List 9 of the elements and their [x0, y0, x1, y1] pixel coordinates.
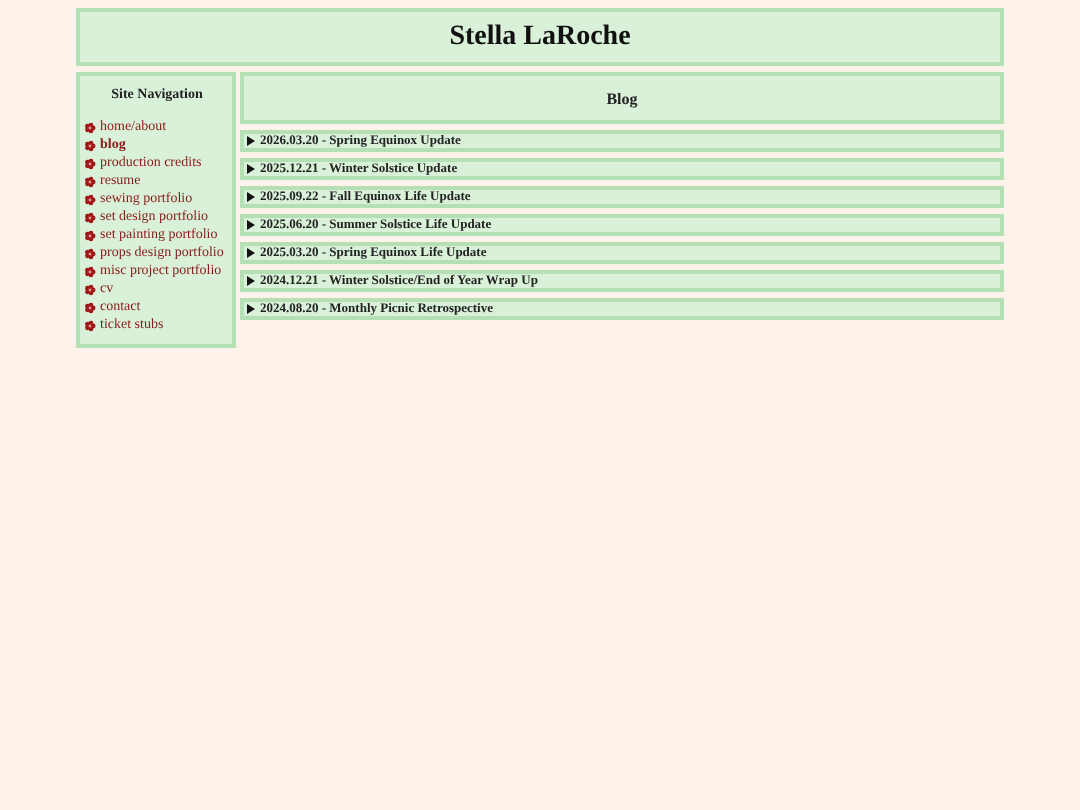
triangle-icon [246, 136, 256, 146]
triangle-icon [246, 192, 256, 202]
triangle-icon [246, 248, 256, 258]
blog-heading: Blog [240, 72, 1004, 124]
triangle-icon [246, 164, 256, 174]
triangle-icon [246, 304, 256, 314]
triangle-icon [246, 220, 256, 230]
triangle-icon [246, 276, 256, 286]
site-title: Stella LaRoche [76, 8, 1004, 66]
